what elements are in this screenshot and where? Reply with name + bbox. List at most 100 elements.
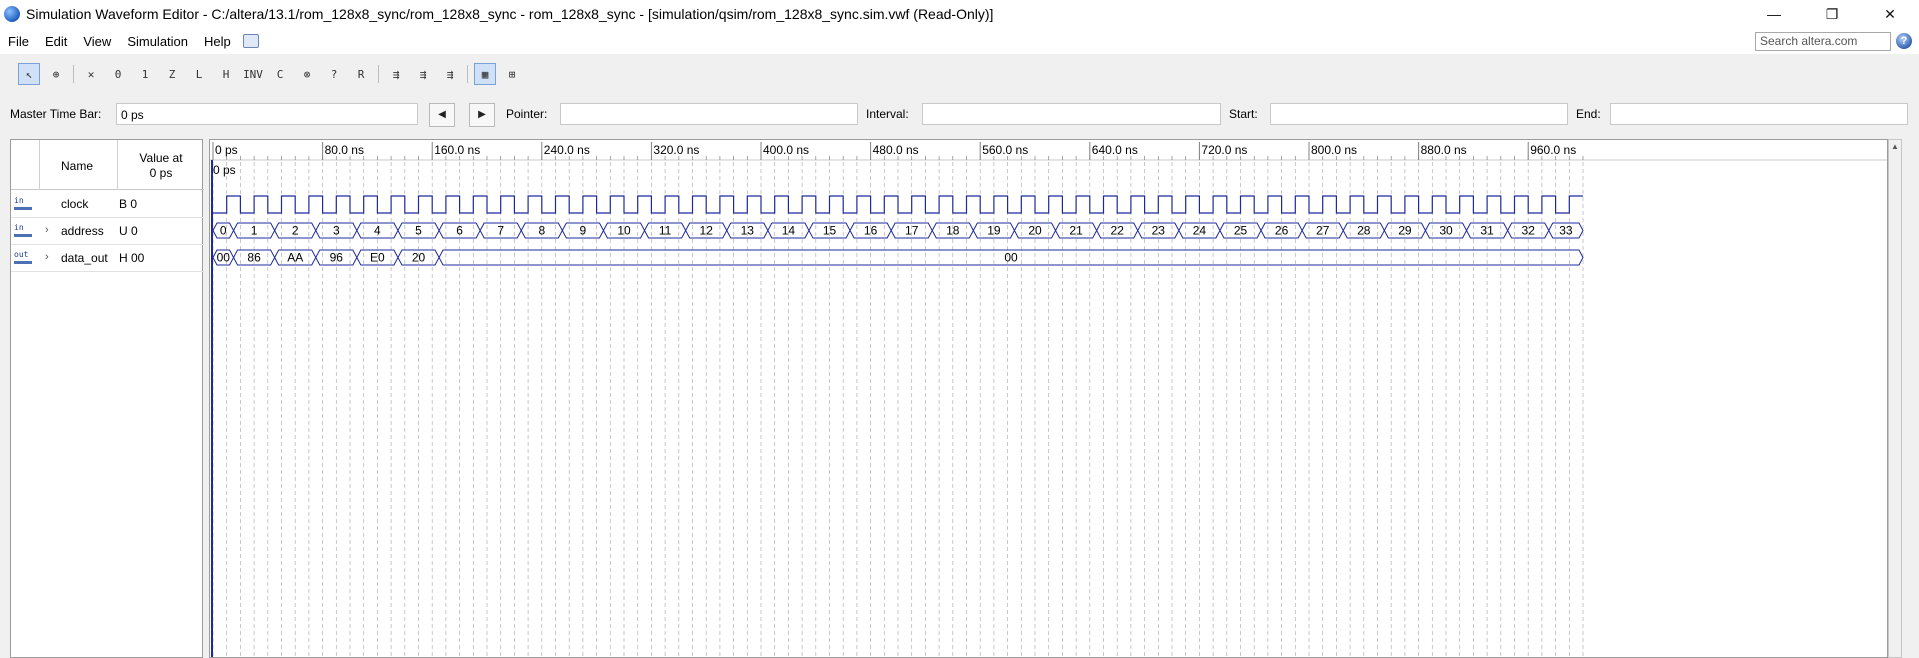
arbitrary-value-icon[interactable]: ? <box>323 63 345 85</box>
signal-value: B 0 <box>119 197 138 211</box>
ruler-tick-label: 160.0 ns <box>434 143 480 157</box>
signal-value: U 0 <box>119 224 138 238</box>
address-segment-label: 27 <box>1316 224 1330 238</box>
address-segment-label: 2 <box>292 224 299 238</box>
forcing-low-icon[interactable]: 0 <box>107 63 129 85</box>
address-segment-label: 19 <box>987 224 1001 238</box>
address-segment-label: 25 <box>1234 224 1248 238</box>
feedback-icon[interactable] <box>242 34 259 48</box>
address-segment-label: 20 <box>1028 224 1042 238</box>
signal-name: clock <box>61 197 89 211</box>
start-label: Start: <box>1229 107 1258 121</box>
ruler-tick-label: 960.0 ns <box>1530 143 1576 157</box>
data-out-segment-label: 86 <box>247 251 261 265</box>
clock-icon[interactable]: ⊗ <box>296 63 318 85</box>
menu-view[interactable]: View <box>75 34 119 49</box>
waveform-canvas[interactable]: 0 ps 80.0 ns 160.0 ns 240.0 ns 320.0 ns 400.0… <box>210 140 1888 658</box>
count-value-icon[interactable]: C <box>269 63 291 85</box>
interval-field[interactable] <box>922 103 1221 125</box>
data-out-segment-label: AA <box>287 251 303 265</box>
zoom-tool-icon[interactable]: ⊕ <box>45 63 67 85</box>
weak-low-icon[interactable]: L <box>188 63 210 85</box>
signal-list-panel: Name Value at 0 ps in clock B 0 in › add… <box>10 139 204 658</box>
pointer-field[interactable] <box>560 103 858 125</box>
address-segment-label: 31 <box>1480 224 1494 238</box>
forcing-unknown-icon[interactable]: ✕ <box>80 63 102 85</box>
search-input[interactable]: Search altera.com <box>1755 32 1891 51</box>
signal-row-clock[interactable]: in clock B 0 <box>11 191 204 218</box>
weak-high-icon[interactable]: H <box>215 63 237 85</box>
address-segment-label: 29 <box>1398 224 1412 238</box>
value-column-header[interactable]: Value at 0 ps <box>121 151 201 181</box>
snap-to-grid-icon[interactable]: ▦ <box>474 63 496 85</box>
menu-bar: File Edit View Simulation Help Search al… <box>0 28 1919 54</box>
signal-row-address[interactable]: in › address U 0 <box>11 218 204 245</box>
address-segment-label: 30 <box>1439 224 1453 238</box>
address-segment-label: 14 <box>782 224 796 238</box>
netlist-simulation-icon[interactable]: ⇶ <box>439 63 461 85</box>
grid-settings-icon[interactable]: ⊞ <box>501 63 523 85</box>
restore-button[interactable]: ❐ <box>1803 0 1861 28</box>
expand-chevron-icon[interactable]: › <box>45 224 49 236</box>
address-segment-label: 24 <box>1193 224 1207 238</box>
address-segment-label: 32 <box>1522 224 1536 238</box>
close-button[interactable]: ✕ <box>1861 0 1919 28</box>
end-field[interactable] <box>1610 103 1908 125</box>
ruler-tick-label: 400.0 ns <box>763 143 809 157</box>
address-segment-label: 11 <box>659 224 672 238</box>
data-out-segment-label: 96 <box>330 251 344 265</box>
menu-file[interactable]: File <box>0 34 37 49</box>
high-impedance-icon[interactable]: Z <box>161 63 183 85</box>
vertical-scrollbar[interactable]: ▲ <box>1888 139 1902 658</box>
input-pin-icon: in <box>14 197 32 212</box>
help-icon[interactable]: ? <box>1896 33 1912 49</box>
invert-icon[interactable]: INV <box>242 63 264 85</box>
signal-name: data_out <box>61 251 108 265</box>
waveform-panel[interactable]: 0 ps 80.0 ns 160.0 ns 240.0 ns 320.0 ns 400.0… <box>209 139 1888 658</box>
menu-help[interactable]: Help <box>196 34 239 49</box>
ruler-tick-label: 320.0 ns <box>653 143 699 157</box>
address-segment-label: 21 <box>1069 224 1083 238</box>
address-segment-label: 15 <box>823 224 837 238</box>
random-value-icon[interactable]: R <box>350 63 372 85</box>
name-column-header[interactable]: Name <box>61 159 93 173</box>
address-segment-label: 16 <box>864 224 878 238</box>
master-time-bar-field[interactable]: 0 ps <box>116 103 418 125</box>
address-segment-label: 10 <box>617 224 631 238</box>
pin-direction-label: in <box>14 196 24 205</box>
signal-list-header: Name Value at 0 ps <box>11 140 204 190</box>
data-out-segment-label: 00 <box>1004 251 1018 265</box>
address-segment-label: 0 <box>220 224 227 238</box>
signal-name: address <box>61 224 104 238</box>
address-segment-label: 23 <box>1152 224 1166 238</box>
forcing-high-icon[interactable]: 1 <box>134 63 156 85</box>
title-bar: Simulation Waveform Editor - C:/altera/1… <box>0 0 1919 28</box>
ruler-tick-label: 560.0 ns <box>982 143 1028 157</box>
timing-simulation-icon[interactable]: ⇶ <box>412 63 434 85</box>
next-transition-button[interactable]: ▶ <box>469 103 495 127</box>
scroll-up-icon[interactable]: ▲ <box>1891 142 1899 151</box>
time-bar: Master Time Bar: 0 ps ◀ ▶ Pointer: Inter… <box>0 102 1919 128</box>
selection-tool-icon[interactable]: ↖ <box>18 63 40 85</box>
address-segment-label: 5 <box>415 224 422 238</box>
ruler-tick-label: 640.0 ns <box>1092 143 1138 157</box>
address-segment-label: 4 <box>374 224 381 238</box>
input-bus-icon: in <box>14 224 32 239</box>
column-divider <box>117 140 118 190</box>
time-ruler: 0 ps 80.0 ns 160.0 ns 240.0 ns 320.0 ns 400.0… <box>210 142 1887 161</box>
previous-transition-button[interactable]: ◀ <box>429 103 455 127</box>
minimize-button[interactable]: — <box>1745 0 1803 28</box>
output-bus-icon: out <box>14 251 32 266</box>
address-segment-label: 22 <box>1111 224 1125 238</box>
signal-row-data-out[interactable]: out › data_out H 00 <box>11 245 204 272</box>
functional-simulation-icon[interactable]: ⇶ <box>385 63 407 85</box>
start-field[interactable] <box>1270 103 1568 125</box>
menu-edit[interactable]: Edit <box>37 34 75 49</box>
menu-simulation[interactable]: Simulation <box>119 34 196 49</box>
expand-chevron-icon[interactable]: › <box>45 251 49 263</box>
address-segment-label: 7 <box>497 224 504 238</box>
ruler-tick-label: 0 ps <box>215 143 238 157</box>
ruler-tick-label: 240.0 ns <box>544 143 590 157</box>
address-segment-label: 17 <box>905 224 919 238</box>
address-segment-label: 33 <box>1559 224 1573 238</box>
